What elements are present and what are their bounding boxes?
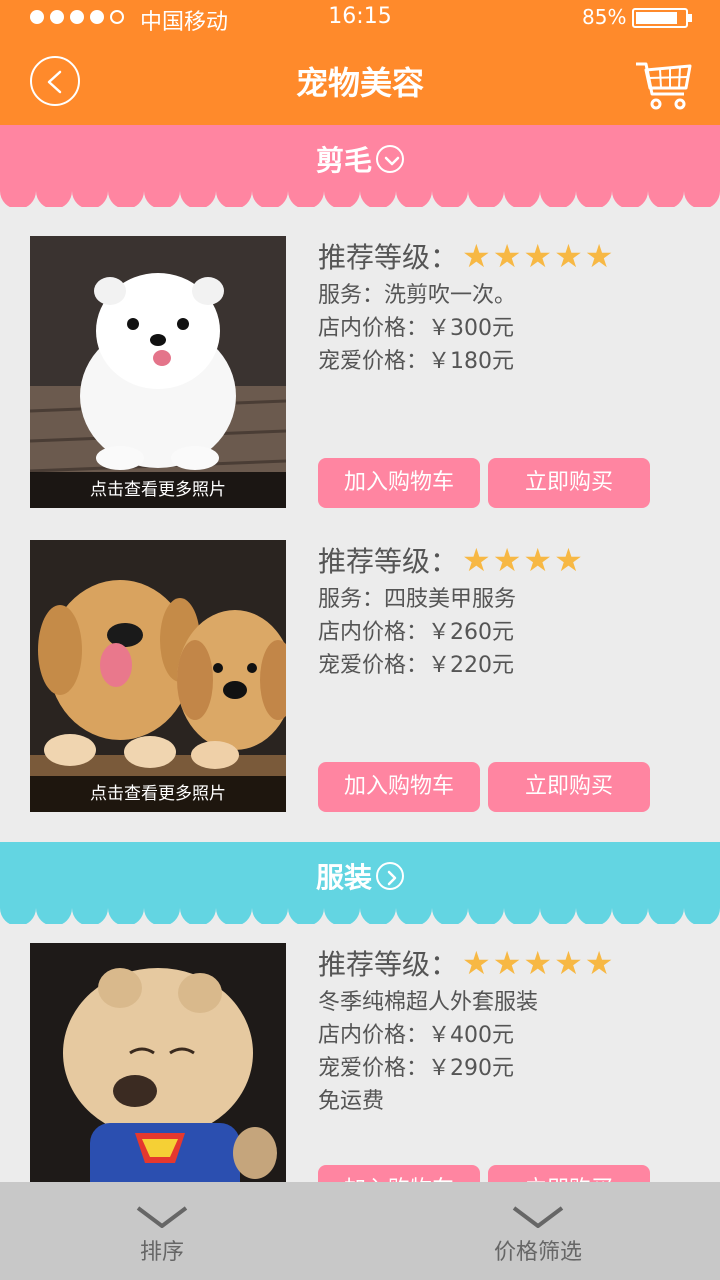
golden-puppies-image [30, 540, 286, 812]
section-title: 剪毛 [315, 144, 372, 177]
cart-button[interactable] [634, 60, 694, 112]
chow-dog-costume-image [30, 943, 286, 1215]
page-title: 宠物美容 [295, 64, 424, 102]
service-text: 服务：洗剪吹一次。 [318, 283, 517, 308]
product-info: 推荐等级： ★ ★ ★ ★ ★ 冬季纯棉超人外套服装 店内价格：￥400元 宠爱价格：￥… [318, 943, 698, 1115]
star-icon: ★ [492, 944, 522, 982]
star-icon: ★ [523, 541, 553, 579]
buy-now-button[interactable]: 立即购买 [488, 762, 650, 812]
photo-caption: 点击查看更多照片 [30, 776, 286, 812]
member-price: 宠爱价格：￥220元 [318, 653, 514, 678]
price-filter-label: 价格筛选 [493, 1240, 582, 1265]
star-icon: ★ [554, 237, 583, 275]
product-info: 推荐等级： ★ ★ ★ ★ ★ 服务：洗剪吹一次。 店内价格：￥300元 宠爱价格：￥1… [318, 236, 698, 375]
section-header-grooming[interactable]: 剪毛 [0, 125, 720, 207]
photo-caption: 点击查看更多照片 [30, 472, 286, 508]
member-price: 宠爱价格：￥290元 [318, 1056, 514, 1081]
sort-label: 排序 [139, 1240, 184, 1265]
service-text: 服务：四肢美甲服务 [318, 587, 517, 612]
scallop-edge [0, 908, 720, 924]
rating-label: 推荐等级： [318, 948, 459, 981]
buy-now-button[interactable]: 立即购买 [488, 458, 650, 508]
scallop-edge [0, 191, 720, 207]
add-to-cart-button[interactable]: 加入购物车 [318, 458, 480, 508]
sort-tab[interactable]: 排序 [62, 1182, 262, 1280]
star-icon: ★ [554, 541, 583, 579]
rating-stars: ★ ★ ★ ★ ★ [462, 947, 615, 979]
status-bar: 中国移动 16:15 85% [0, 0, 720, 36]
rating-stars: ★ ★ ★ ★ [462, 544, 585, 576]
product-photo[interactable]: 点击查看更多照片 [30, 236, 286, 508]
star-icon: ★ [462, 541, 491, 579]
store-price: 店内价格：￥260元 [318, 620, 514, 645]
section-header-clothing[interactable]: 服装 [0, 842, 720, 924]
chevron-down-circle-icon [376, 145, 404, 173]
battery-icon [632, 8, 692, 28]
battery-percent: 85% [582, 5, 627, 29]
free-shipping-note: 免运费 [318, 1089, 385, 1114]
star-icon: ★ [584, 237, 614, 275]
star-icon: ★ [554, 944, 583, 982]
star-icon: ★ [523, 944, 553, 982]
price-filter-tab[interactable]: 价格筛选 [438, 1182, 638, 1280]
app-header: 宠物美容 [0, 36, 720, 125]
section-title: 服装 [315, 861, 372, 894]
star-icon: ★ [523, 237, 553, 275]
star-icon: ★ [584, 944, 614, 982]
product-card: 点击查看更多照片 推荐等级： ★ ★ ★ ★ 服务：四肢美甲服务 店内价格：￥260元… [0, 540, 720, 820]
shopping-cart-icon [636, 62, 692, 110]
product-photo[interactable]: 点击查看更多照片 [30, 540, 286, 812]
star-icon: ★ [492, 541, 522, 579]
rating-label: 推荐等级： [318, 241, 459, 274]
chevron-down-icon [512, 1206, 564, 1228]
star-icon: ★ [462, 237, 491, 275]
chevron-right-circle-icon [376, 862, 404, 890]
product-info: 推荐等级： ★ ★ ★ ★ 服务：四肢美甲服务 店内价格：￥260元 宠爱价格：￥22… [318, 540, 698, 679]
rating-stars: ★ ★ ★ ★ ★ [462, 240, 615, 272]
product-description: 冬季纯棉超人外套服装 [318, 990, 539, 1015]
product-card: 点击查看更多照片 推荐等级： ★ ★ ★ ★ ★ 服务：洗剪吹一次。 店内价格：￥300… [0, 236, 720, 516]
bottom-filter-bar: 排序 价格筛选 [0, 1182, 720, 1280]
product-card: 推荐等级： ★ ★ ★ ★ ★ 冬季纯棉超人外套服装 店内价格：￥400元 宠爱价格：￥… [0, 943, 720, 1223]
star-icon: ★ [492, 237, 522, 275]
member-price: 宠爱价格：￥180元 [318, 349, 514, 374]
product-photo[interactable] [30, 943, 286, 1215]
add-to-cart-button[interactable]: 加入购物车 [318, 762, 480, 812]
star-icon: ★ [462, 944, 491, 982]
rating-label: 推荐等级： [318, 545, 459, 578]
store-price: 店内价格：￥400元 [318, 1023, 514, 1048]
white-puppy-image [30, 236, 286, 508]
chevron-down-icon [136, 1206, 188, 1228]
store-price: 店内价格：￥300元 [318, 316, 514, 341]
